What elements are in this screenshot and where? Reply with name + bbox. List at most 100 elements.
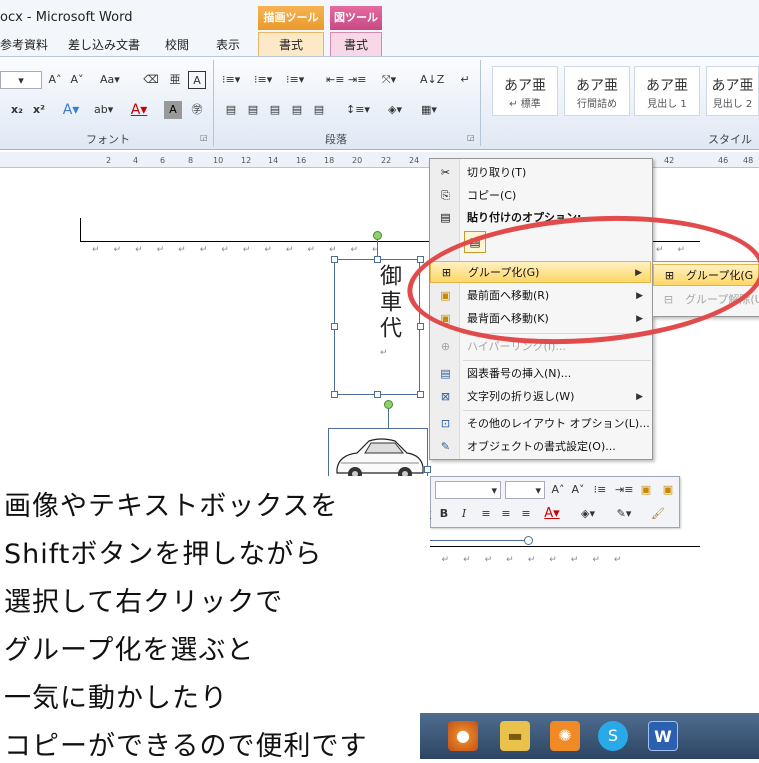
resize-handle[interactable]: [374, 391, 381, 398]
line-endpoint-handle[interactable]: [524, 536, 533, 545]
mini-font-dropdown[interactable]: ▾: [435, 481, 501, 499]
resize-handle[interactable]: [331, 391, 338, 398]
skype-icon[interactable]: S: [598, 721, 628, 751]
gear-app-icon[interactable]: ✺: [550, 721, 580, 751]
word-icon[interactable]: W: [648, 721, 678, 751]
style-heading-1[interactable]: あア亜 見出し 1: [634, 66, 700, 116]
numbering-icon[interactable]: ⁝≡▾: [254, 71, 272, 89]
superscript-icon[interactable]: x²: [30, 101, 48, 119]
caption-line: グループ化を選ぶと: [4, 635, 255, 666]
style-heading-2[interactable]: あア亜 見出し 2: [706, 66, 759, 116]
show-marks-icon[interactable]: ↵: [456, 71, 474, 89]
resize-handle[interactable]: [331, 323, 338, 330]
mini-shrink-font-icon[interactable]: A˅: [569, 481, 587, 499]
mini-format-painter-icon[interactable]: 🖌: [649, 505, 667, 523]
resize-handle[interactable]: [374, 256, 381, 263]
grow-font-icon[interactable]: A˄: [46, 71, 64, 89]
text-direction-icon[interactable]: ⤧▾: [380, 71, 398, 89]
menu-item-format-object[interactable]: ✎ オブジェクトの書式設定(O)...: [430, 436, 651, 458]
rotation-stem: [388, 408, 389, 428]
mini-font-color-icon[interactable]: A▾: [543, 505, 561, 523]
firefox-icon[interactable]: ●: [448, 721, 478, 751]
paragraph-dialog-launcher-icon[interactable]: ◲: [467, 133, 475, 142]
caption-line: 画像やテキストボックスを: [4, 491, 339, 522]
line-spacing-icon[interactable]: ↕≡▾: [346, 101, 370, 119]
char-border-icon[interactable]: A: [188, 71, 206, 89]
mini-align-center-icon[interactable]: ≡: [497, 505, 515, 523]
borders-icon[interactable]: ▦▾: [420, 101, 438, 119]
tab-mailings[interactable]: 差し込み文書: [68, 36, 140, 53]
menu-item-insert-caption[interactable]: ▤ 図表番号の挿入(N)...: [430, 363, 651, 385]
mini-send-back-icon[interactable]: ▣: [659, 481, 677, 499]
char-shading-icon[interactable]: A: [164, 101, 182, 119]
shape-line[interactable]: [426, 540, 528, 541]
multilevel-icon[interactable]: ⁝≡▾: [286, 71, 304, 89]
rotation-handle[interactable]: [373, 231, 382, 240]
tab-drawing-format[interactable]: 書式: [258, 32, 324, 56]
mini-italic-icon[interactable]: I: [455, 505, 473, 523]
group-separator: [480, 60, 481, 146]
align-center-icon[interactable]: ▤: [244, 101, 262, 119]
resize-handle[interactable]: [331, 256, 338, 263]
text-effects-icon[interactable]: A▾: [62, 101, 80, 119]
bullets-icon[interactable]: ⁝≡▾: [222, 71, 240, 89]
increase-indent-icon[interactable]: ⇥≡: [348, 71, 366, 89]
caption-panel: 画像やテキストボックスを Shiftボタンを押しながら 選択して右クリックで グ…: [0, 476, 430, 762]
mini-outline-icon[interactable]: ✎▾: [615, 505, 633, 523]
distribute-icon[interactable]: ▤: [310, 101, 328, 119]
style-no-spacing[interactable]: あア亜 行間詰め: [564, 66, 630, 116]
footer-line: [430, 546, 700, 547]
menu-item-more-layout[interactable]: ⊡ その他のレイアウト オプション(L)...: [430, 413, 651, 435]
group-separator: [213, 60, 214, 146]
mini-grow-font-icon[interactable]: A˄: [549, 481, 567, 499]
rotation-handle[interactable]: [384, 400, 393, 409]
mini-bring-front-icon[interactable]: ▣: [637, 481, 655, 499]
mini-bullets-icon[interactable]: ⁝≡: [591, 481, 609, 499]
copy-icon: ⎘: [441, 189, 450, 202]
subscript-icon[interactable]: x₂: [8, 101, 26, 119]
tab-references[interactable]: 参考資料: [0, 36, 48, 53]
tab-picture-format[interactable]: 書式: [330, 32, 382, 56]
tab-view[interactable]: 表示: [216, 36, 240, 53]
submenu-arrow-icon: ▶: [636, 392, 643, 402]
enclose-char-icon[interactable]: ㊫: [188, 101, 206, 119]
font-color-icon[interactable]: A▾: [130, 101, 148, 119]
scissors-icon: ✂: [440, 166, 451, 179]
resize-handle[interactable]: [417, 323, 424, 330]
mini-align-right-icon[interactable]: ≡: [517, 505, 535, 523]
mini-size-dropdown[interactable]: ▾: [505, 481, 545, 499]
hyperlink-icon: ⊕: [440, 340, 451, 353]
ruler-tick: 48: [743, 156, 754, 165]
change-case-icon[interactable]: Aa▾: [100, 71, 120, 89]
decrease-indent-icon[interactable]: ⇤≡: [326, 71, 344, 89]
ruler-tick: 24: [409, 156, 420, 165]
menu-item-copy[interactable]: ⎘ コピー(C): [430, 185, 651, 207]
resize-handle[interactable]: [424, 466, 431, 473]
ruler-tick: 18: [324, 156, 335, 165]
mini-align-left-icon[interactable]: ≡: [477, 505, 495, 523]
justify-icon[interactable]: ▤: [288, 101, 306, 119]
align-right-icon[interactable]: ▤: [266, 101, 284, 119]
mini-bold-icon[interactable]: B: [435, 505, 453, 523]
font-size-dropdown[interactable]: ▾: [0, 71, 42, 89]
style-normal[interactable]: あア亜 ↵ 標準: [492, 66, 558, 116]
shading-icon[interactable]: ◈▾: [386, 101, 404, 119]
font-dialog-launcher-icon[interactable]: ◲: [200, 133, 208, 142]
highlight-icon[interactable]: ab▾: [94, 101, 113, 119]
resize-handle[interactable]: [417, 256, 424, 263]
menu-item-label: コピー(C): [467, 189, 517, 202]
phonetic-icon[interactable]: 亜: [166, 71, 184, 89]
folder-icon[interactable]: ▬: [500, 721, 530, 751]
drawing-tools-header: 描画ツール: [258, 6, 324, 30]
resize-handle[interactable]: [417, 391, 424, 398]
menu-separator: [463, 360, 651, 361]
shrink-font-icon[interactable]: A˅: [68, 71, 86, 89]
mini-fill-icon[interactable]: ◈▾: [579, 505, 597, 523]
menu-item-cut[interactable]: ✂ 切り取り(T): [430, 162, 651, 184]
tab-review[interactable]: 校閲: [165, 36, 189, 53]
clear-format-icon[interactable]: ⌫: [142, 71, 160, 89]
mini-indent-icon[interactable]: ⇥≡: [615, 481, 633, 499]
menu-item-wrap-text[interactable]: ⊠ 文字列の折り返し(W) ▶: [430, 386, 651, 408]
sort-icon[interactable]: A↓Z: [420, 71, 444, 89]
align-left-icon[interactable]: ▤: [222, 101, 240, 119]
